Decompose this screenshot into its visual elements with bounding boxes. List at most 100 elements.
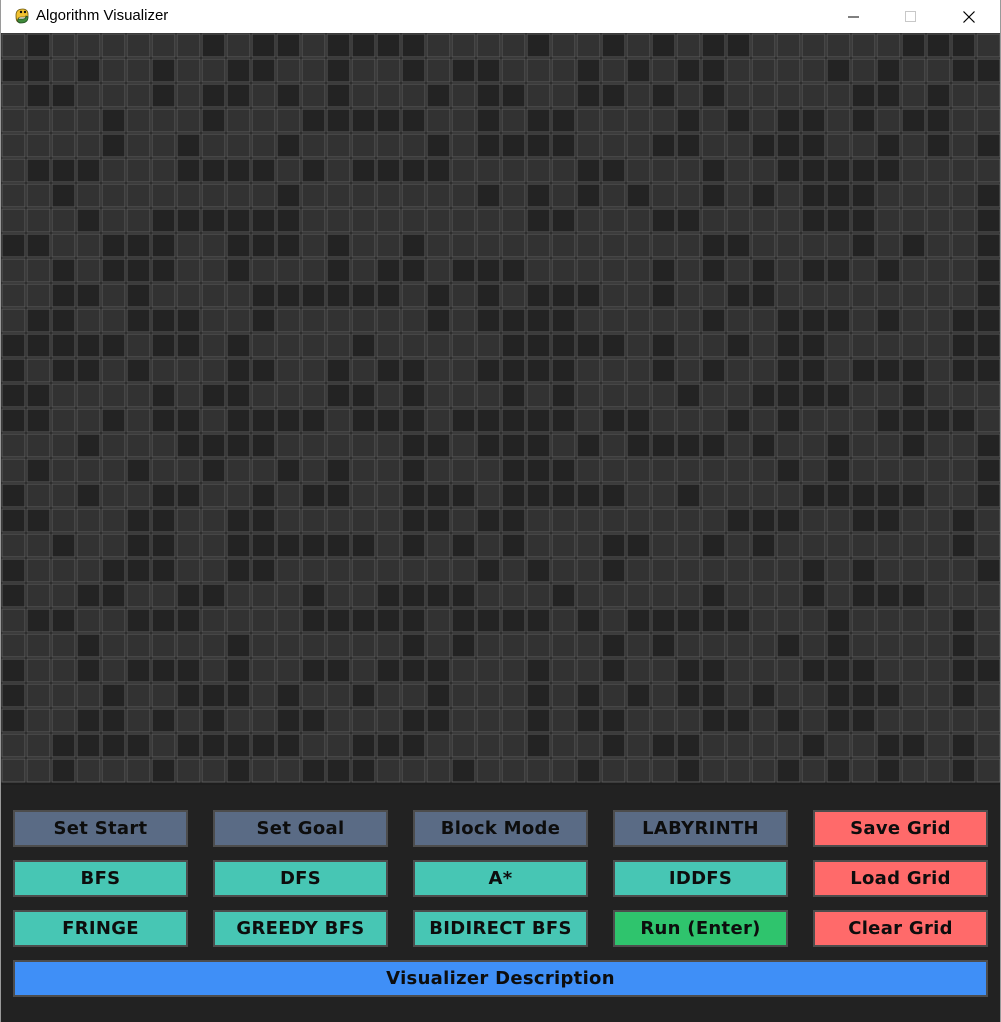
grid-cell[interactable] bbox=[176, 433, 201, 458]
grid-cell[interactable] bbox=[226, 283, 251, 308]
grid-cell[interactable] bbox=[951, 558, 976, 583]
grid-cell[interactable] bbox=[976, 358, 1000, 383]
grid-cell[interactable] bbox=[926, 633, 951, 658]
grid-cell[interactable] bbox=[351, 133, 376, 158]
grid-cell[interactable] bbox=[376, 408, 401, 433]
grid-cell[interactable] bbox=[726, 58, 751, 83]
grid-cell[interactable] bbox=[301, 233, 326, 258]
grid-cell[interactable] bbox=[776, 758, 801, 783]
grid-cell[interactable] bbox=[576, 508, 601, 533]
grid-cell[interactable] bbox=[176, 258, 201, 283]
grid-cell[interactable] bbox=[76, 583, 101, 608]
grid-cell[interactable] bbox=[251, 408, 276, 433]
grid-cell[interactable] bbox=[526, 408, 551, 433]
grid-cell[interactable] bbox=[951, 658, 976, 683]
grid-cell[interactable] bbox=[76, 383, 101, 408]
grid-cell[interactable] bbox=[876, 308, 901, 333]
grid-cell[interactable] bbox=[501, 633, 526, 658]
grid-cell[interactable] bbox=[701, 458, 726, 483]
grid-cell[interactable] bbox=[851, 558, 876, 583]
grid-cell[interactable] bbox=[526, 183, 551, 208]
grid-cell[interactable] bbox=[201, 208, 226, 233]
grid-cell[interactable] bbox=[476, 708, 501, 733]
grid-cell[interactable] bbox=[326, 758, 351, 783]
grid-cell[interactable] bbox=[726, 558, 751, 583]
grid-cell[interactable] bbox=[376, 358, 401, 383]
grid-cell[interactable] bbox=[676, 758, 701, 783]
grid-cell[interactable] bbox=[201, 383, 226, 408]
grid-cell[interactable] bbox=[176, 608, 201, 633]
grid-cell[interactable] bbox=[51, 133, 76, 158]
grid-cell[interactable] bbox=[976, 133, 1000, 158]
grid-cell[interactable] bbox=[501, 433, 526, 458]
grid-cell[interactable] bbox=[651, 183, 676, 208]
grid-cell[interactable] bbox=[201, 333, 226, 358]
grid-cell[interactable] bbox=[176, 208, 201, 233]
grid-cell[interactable] bbox=[451, 733, 476, 758]
grid-cell[interactable] bbox=[426, 708, 451, 733]
grid-cell[interactable] bbox=[401, 258, 426, 283]
grid-cell[interactable] bbox=[876, 583, 901, 608]
grid-cell[interactable] bbox=[876, 683, 901, 708]
grid-cell[interactable] bbox=[476, 183, 501, 208]
grid-cell[interactable] bbox=[551, 108, 576, 133]
grid-cell[interactable] bbox=[226, 583, 251, 608]
grid-cell[interactable] bbox=[676, 508, 701, 533]
grid-cell[interactable] bbox=[551, 58, 576, 83]
grid-cell[interactable] bbox=[876, 658, 901, 683]
grid-cell[interactable] bbox=[126, 483, 151, 508]
grid-cell[interactable] bbox=[576, 683, 601, 708]
grid-cell[interactable] bbox=[101, 58, 126, 83]
grid-cell[interactable] bbox=[351, 433, 376, 458]
grid-cell[interactable] bbox=[526, 358, 551, 383]
grid-cell[interactable] bbox=[251, 683, 276, 708]
grid-cell[interactable] bbox=[801, 733, 826, 758]
grid-cell[interactable] bbox=[176, 158, 201, 183]
grid-cell[interactable] bbox=[776, 333, 801, 358]
grid-cell[interactable] bbox=[801, 408, 826, 433]
grid-cell[interactable] bbox=[901, 208, 926, 233]
grid-cell[interactable] bbox=[326, 658, 351, 683]
grid-cell[interactable] bbox=[101, 183, 126, 208]
grid-cell[interactable] bbox=[1, 158, 26, 183]
grid-cell[interactable] bbox=[201, 358, 226, 383]
grid-cell[interactable] bbox=[726, 508, 751, 533]
grid-cell[interactable] bbox=[726, 333, 751, 358]
grid-cell[interactable] bbox=[1, 58, 26, 83]
grid-cell[interactable] bbox=[151, 608, 176, 633]
grid-cell[interactable] bbox=[151, 283, 176, 308]
grid-cell[interactable] bbox=[651, 208, 676, 233]
grid-cell[interactable] bbox=[301, 658, 326, 683]
grid-cell[interactable] bbox=[876, 208, 901, 233]
grid-cell[interactable] bbox=[876, 483, 901, 508]
grid-cell[interactable] bbox=[601, 683, 626, 708]
grid-cell[interactable] bbox=[651, 733, 676, 758]
grid-cell[interactable] bbox=[376, 458, 401, 483]
grid-cell[interactable] bbox=[276, 658, 301, 683]
grid-cell[interactable] bbox=[1, 508, 26, 533]
grid-cell[interactable] bbox=[451, 583, 476, 608]
grid-cell[interactable] bbox=[901, 608, 926, 633]
grid-cell[interactable] bbox=[201, 183, 226, 208]
grid-cell[interactable] bbox=[501, 708, 526, 733]
grid-cell[interactable] bbox=[851, 258, 876, 283]
grid-cell[interactable] bbox=[551, 708, 576, 733]
grid-cell[interactable] bbox=[451, 108, 476, 133]
grid-cell[interactable] bbox=[976, 33, 1000, 58]
grid-cell[interactable] bbox=[826, 583, 851, 608]
grid-cell[interactable] bbox=[576, 633, 601, 658]
clear-grid-button[interactable]: Clear Grid bbox=[813, 910, 988, 947]
grid-cell[interactable] bbox=[101, 308, 126, 333]
grid-cell[interactable] bbox=[526, 558, 551, 583]
grid-cell[interactable] bbox=[226, 183, 251, 208]
grid-cell[interactable] bbox=[251, 183, 276, 208]
grid-cell[interactable] bbox=[126, 658, 151, 683]
grid-cell[interactable] bbox=[526, 233, 551, 258]
close-button[interactable] bbox=[946, 0, 992, 33]
grid-cell[interactable] bbox=[251, 533, 276, 558]
grid-cell[interactable] bbox=[676, 383, 701, 408]
grid-cell[interactable] bbox=[376, 483, 401, 508]
grid-cell[interactable] bbox=[201, 408, 226, 433]
grid-cell[interactable] bbox=[151, 158, 176, 183]
grid-cell[interactable] bbox=[776, 283, 801, 308]
